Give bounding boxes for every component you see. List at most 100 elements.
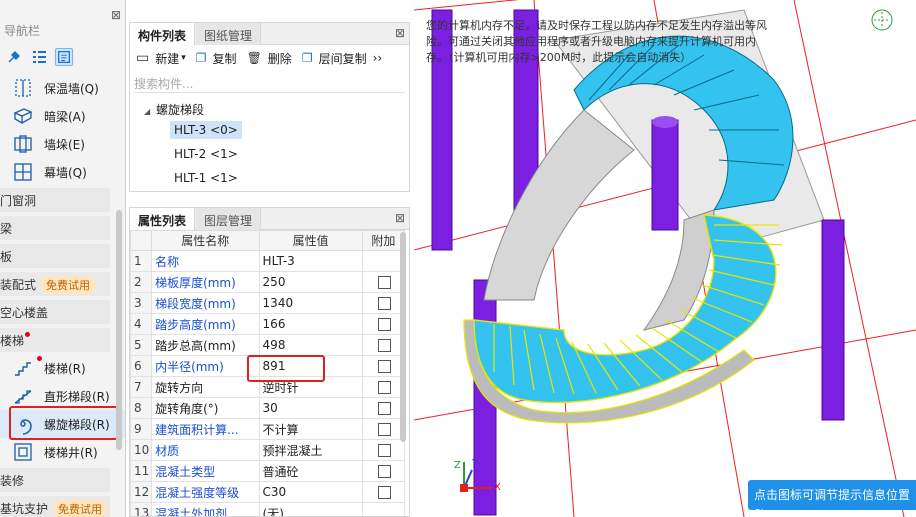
tree-item[interactable]: HLT-1 <1> — [130, 167, 409, 191]
property-scrollbar[interactable] — [400, 232, 406, 442]
delete-icon[interactable]: 🗑 — [247, 51, 262, 65]
nav-item-wall-pier[interactable]: 墙垛(E) — [0, 130, 125, 158]
list-view-icon[interactable] — [30, 48, 48, 66]
nav-item-curtain-wall[interactable]: 幕墙(Q) — [0, 158, 125, 186]
nav-category-door-window[interactable]: 门窗洞 — [0, 188, 110, 212]
nav-scrollbar[interactable] — [116, 210, 122, 450]
floor-copy-button[interactable]: 层间复制 — [319, 50, 367, 67]
property-row[interactable]: 5 踏步总高(mm) 498 — [130, 334, 406, 356]
new-icon[interactable]: ▭ — [136, 50, 149, 66]
tip-position-banner[interactable]: 点击图标可调节提示信息位置~ — [748, 480, 916, 517]
tree-item-label[interactable]: HLT-3 <0> — [170, 121, 242, 139]
property-extra — [361, 397, 406, 419]
property-row[interactable]: 13 混凝土外加剂 (无) — [130, 502, 406, 516]
nav-item-stairwell[interactable]: 楼梯井(R) — [0, 438, 125, 466]
tab-component-list[interactable]: 构件列表 — [130, 23, 196, 45]
attach-checkbox[interactable] — [378, 402, 392, 415]
attach-checkbox[interactable] — [378, 465, 392, 478]
property-row[interactable]: 8 旋转角度(°) 30 — [130, 397, 406, 419]
attach-checkbox[interactable] — [378, 318, 392, 331]
category-label: 装修 — [0, 474, 25, 488]
dropdown-icon[interactable]: ▾ — [181, 53, 186, 63]
header-index — [130, 230, 153, 251]
copy-icon[interactable]: ❐ — [196, 51, 207, 65]
nav-close-icon[interactable]: ⊠ — [111, 8, 121, 22]
property-row[interactable]: 9 建筑面积计算... 不计算 — [130, 418, 406, 440]
nav-category-decoration[interactable]: 装修 — [0, 468, 110, 492]
property-value[interactable]: HLT-3 — [258, 250, 363, 272]
property-row[interactable]: 10 材质 预拌混凝土 — [130, 439, 406, 461]
tab-property-list[interactable]: 属性列表 — [130, 208, 196, 230]
tree-item[interactable]: HLT-2 <1> — [130, 143, 409, 167]
floor-copy-icon[interactable]: ❐ — [302, 51, 313, 65]
property-value[interactable]: 普通砼 — [258, 460, 363, 482]
attach-checkbox[interactable] — [378, 486, 392, 499]
row-index: 12 — [130, 481, 153, 503]
property-value[interactable]: 30 — [258, 397, 363, 419]
nav-item-stairs[interactable]: 楼梯(R) — [0, 354, 125, 382]
tree-item[interactable]: HLT-3 <0> — [130, 119, 409, 143]
property-value[interactable]: 166 — [258, 313, 363, 335]
property-extra — [361, 355, 406, 377]
property-value[interactable]: 1340 — [258, 292, 363, 314]
3d-viewport[interactable]: Z Y X — [414, 0, 916, 517]
property-value[interactable]: 预拌混凝土 — [258, 439, 363, 461]
straight-flight-icon — [14, 390, 32, 404]
close-icon[interactable]: ⊠ — [395, 211, 405, 225]
spiral-stair-model: Z Y X — [414, 0, 916, 517]
tree-item-label[interactable]: HLT-1 <1> — [174, 171, 238, 185]
attach-checkbox[interactable] — [378, 297, 392, 310]
property-value[interactable]: 不计算 — [258, 418, 363, 440]
property-row[interactable]: 12 混凝土强度等级 C30 — [130, 481, 406, 503]
insulation-wall-icon — [15, 79, 31, 97]
delete-button[interactable]: 删除 — [268, 50, 292, 67]
property-name: 旋转方向 — [151, 376, 260, 398]
detail-view-icon[interactable] — [55, 48, 73, 66]
attach-checkbox[interactable] — [378, 444, 392, 457]
category-label: 基坑支护 — [0, 502, 49, 516]
attach-checkbox[interactable] — [378, 423, 392, 436]
property-name: 混凝土外加剂 — [151, 502, 260, 516]
nav-category-hollow-floor[interactable]: 空心楼盖 — [0, 300, 110, 324]
attach-checkbox[interactable] — [378, 360, 392, 373]
nav-category-prefab[interactable]: 装配式 免费试用 — [0, 272, 110, 296]
nav-category-pit-support[interactable]: 基坑支护 免费试用 — [0, 496, 110, 517]
property-row[interactable]: 3 梯段宽度(mm) 1340 — [130, 292, 406, 314]
more-button[interactable]: ›› — [373, 51, 383, 65]
property-row[interactable]: 1 名称 HLT-3 — [130, 250, 406, 272]
tree-item-label[interactable]: HLT-2 <1> — [174, 147, 238, 161]
tree-group-spiral[interactable]: ◢ 螺旋梯段 — [130, 97, 409, 121]
new-button[interactable]: 新建 — [155, 50, 179, 67]
attach-checkbox[interactable] — [378, 381, 392, 394]
category-label: 楼梯 — [0, 334, 25, 348]
tab-layer-management[interactable]: 图层管理 — [196, 208, 262, 230]
attach-checkbox[interactable] — [378, 339, 392, 352]
property-row[interactable]: 2 梯板厚度(mm) 250 — [130, 271, 406, 293]
nav-item-insulation-wall[interactable]: 保温墙(Q) — [0, 74, 125, 102]
row-index: 2 — [130, 271, 153, 293]
row-index: 11 — [130, 460, 153, 482]
property-extra — [361, 334, 406, 356]
attach-checkbox[interactable] — [378, 276, 392, 289]
property-row[interactable]: 11 混凝土类型 普通砼 — [130, 460, 406, 482]
property-value[interactable]: 250 — [258, 271, 363, 293]
nav-title: 导航栏 — [4, 24, 41, 38]
property-value[interactable]: 498 — [258, 334, 363, 356]
property-name: 混凝土类型 — [151, 460, 260, 482]
nav-category-slab[interactable]: 板 — [0, 244, 110, 268]
property-value[interactable]: C30 — [258, 481, 363, 503]
close-icon[interactable]: ⊠ — [395, 26, 405, 40]
nav-item-label: 暗梁(A) — [44, 109, 86, 124]
category-label: 装配式 — [0, 278, 37, 292]
nav-category-beam[interactable]: 梁 — [0, 216, 110, 240]
search-input[interactable]: 搜索构件... — [134, 71, 405, 93]
nav-item-hidden-beam[interactable]: 暗梁(A) — [0, 102, 125, 130]
tab-drawing-management[interactable]: 图纸管理 — [196, 23, 262, 45]
collapse-icon[interactable]: ◢ — [144, 107, 150, 116]
pin-icon[interactable] — [6, 48, 24, 66]
nav-item-label: 楼梯井(R) — [44, 445, 98, 460]
property-value[interactable]: (无) — [258, 502, 363, 516]
property-row[interactable]: 4 踏步高度(mm) 166 — [130, 313, 406, 335]
copy-button[interactable]: 复制 — [213, 50, 237, 67]
nav-category-stairs[interactable]: 楼梯 — [0, 328, 110, 352]
